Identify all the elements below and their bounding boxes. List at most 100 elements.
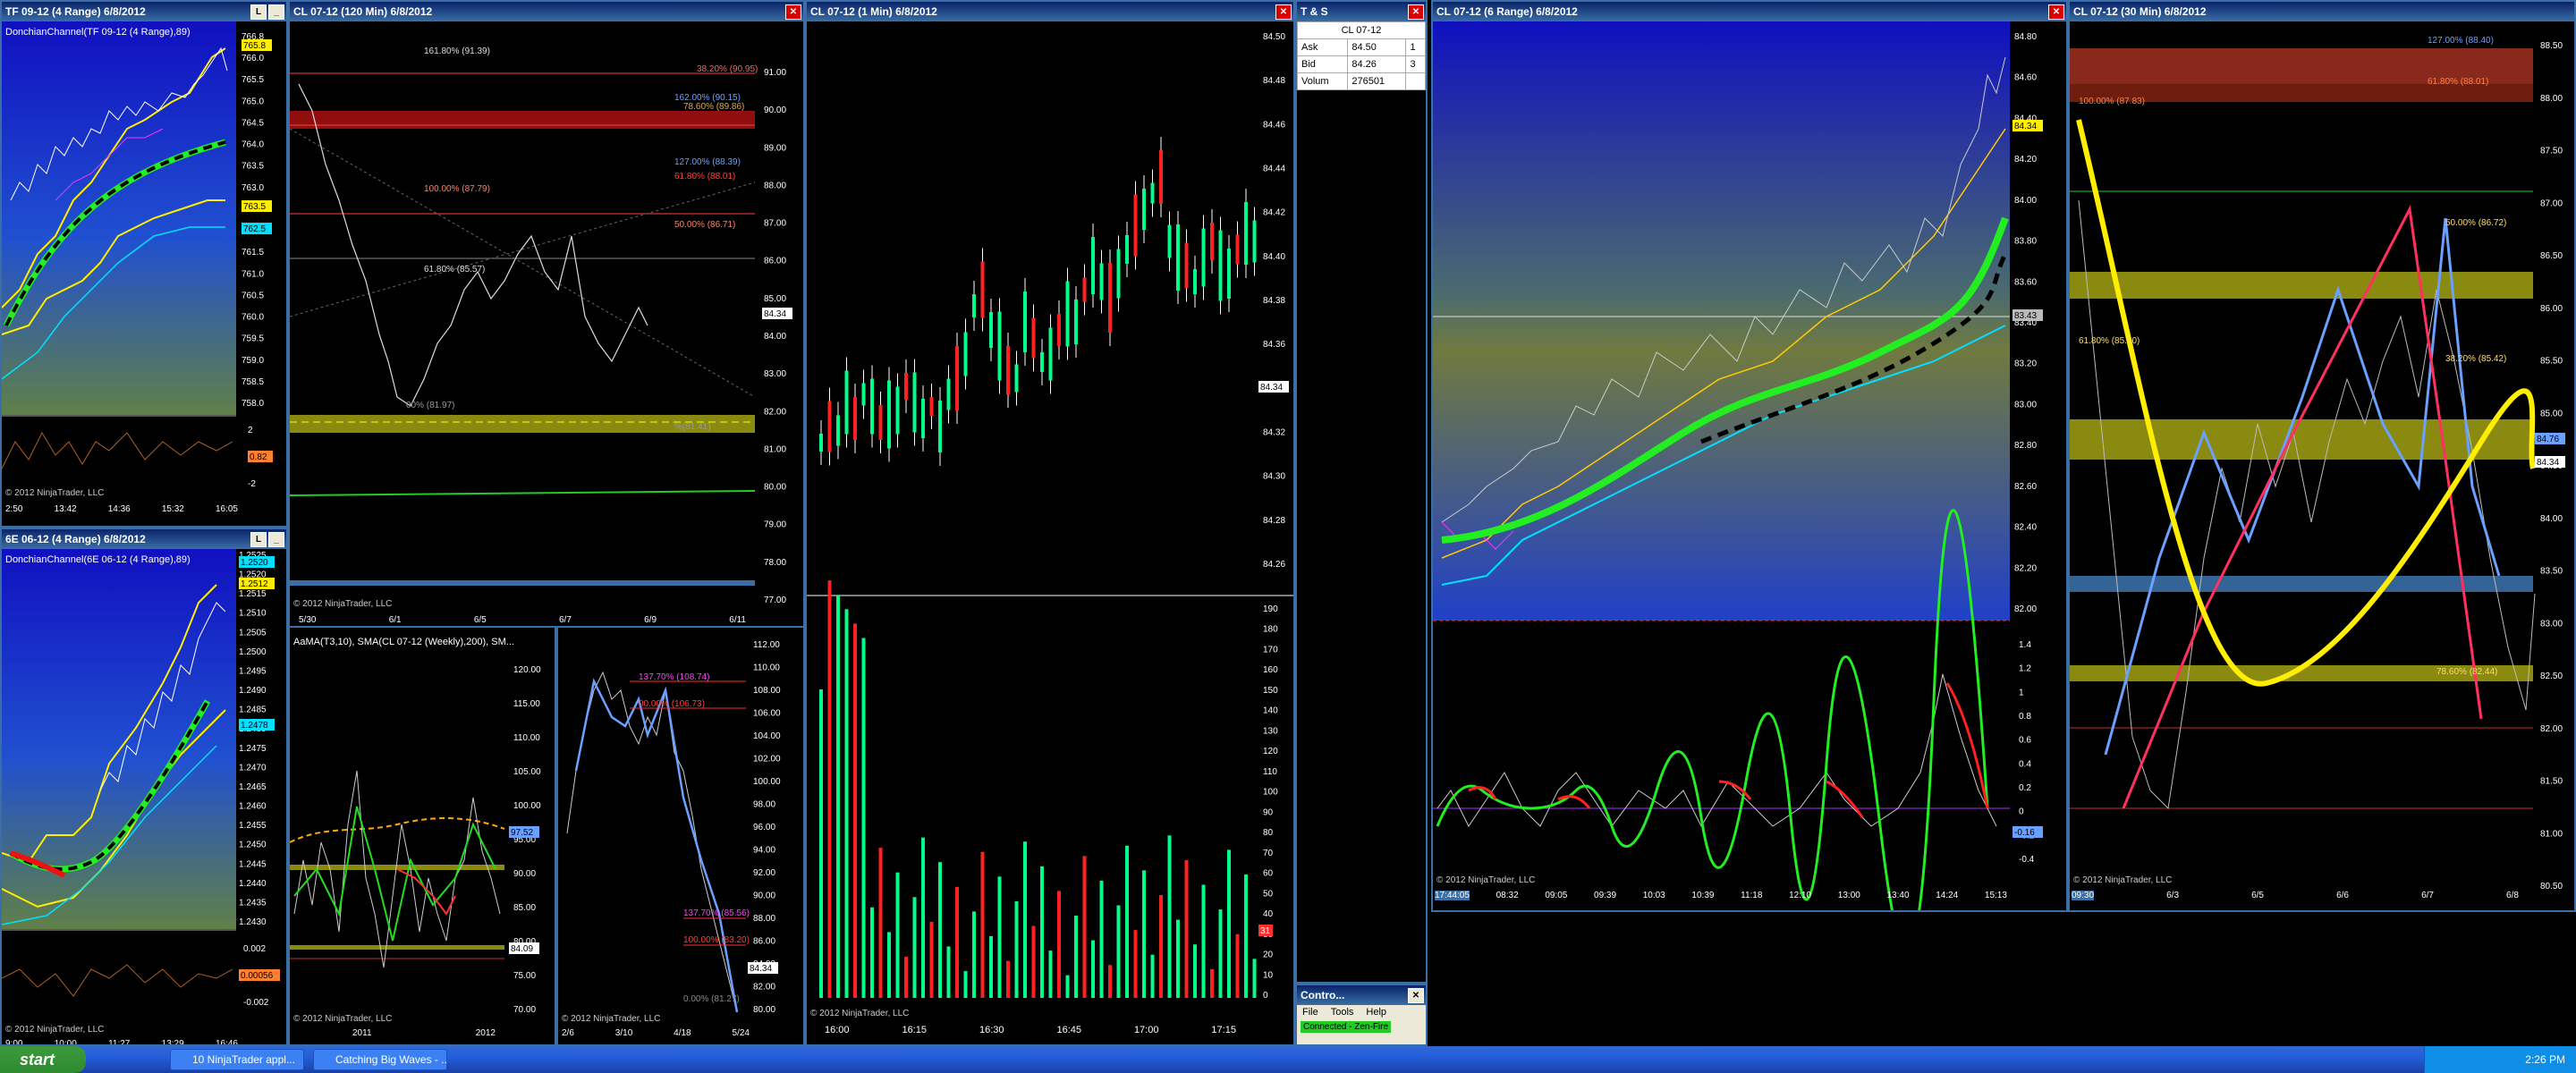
tf-price-panel: 766.8766.0765.5765.0764.5764.0763.5763.0… xyxy=(2,21,273,486)
row-key: Ask xyxy=(1297,38,1349,56)
cl1-chart-window[interactable]: CL 07-12 (1 Min) 6/8/2012 ✕ 84.50 84.48 84… xyxy=(805,0,1295,1046)
cl1-price-panel: 84.50 84.48 84.46 84.44 84.42 84.40 84.38 84.36… xyxy=(807,32,1293,1001)
close-icon[interactable]: ✕ xyxy=(1408,4,1424,20)
time-label: 09:30 xyxy=(2072,891,2095,900)
volume-bar xyxy=(1031,925,1036,998)
menu-tools[interactable]: Tools xyxy=(1331,1007,1354,1018)
candle-body xyxy=(1099,263,1104,300)
candle-body xyxy=(1014,364,1019,393)
link-button[interactable]: L xyxy=(250,4,267,20)
volume-bar xyxy=(1065,975,1070,998)
table-row: Ask 84.50 1 xyxy=(1297,38,1426,56)
minimize-button[interactable]: _ xyxy=(268,4,284,20)
candle-body xyxy=(1159,150,1163,204)
quote-window[interactable]: T & S ✕ CL 07-12 Ask 84.50 1 Bid 84.26 3 Vol… xyxy=(1295,0,1428,984)
title-bar[interactable]: TF 09-12 (4 Range) 6/8/2012 L _ xyxy=(2,2,286,21)
time-label: 6/11 xyxy=(729,615,746,625)
window-title: 6E 06-12 (4 Range) 6/8/2012 xyxy=(5,533,146,545)
candle-body xyxy=(1057,314,1061,346)
price-marker: 84.76 xyxy=(2537,435,2559,444)
price-tick-label: 759.0 xyxy=(242,356,264,366)
price-marker: 763.5 xyxy=(243,202,266,212)
price-tick-label: 106.00 xyxy=(753,709,781,719)
tf-chart-window[interactable]: TF 09-12 (4 Range) 6/8/2012 L _ 766.8 766… xyxy=(0,0,288,528)
candle-body xyxy=(904,373,908,400)
volume-tick-label: 190 xyxy=(1263,604,1278,614)
eur-chart-window[interactable]: 6E 06-12 (4 Range) 6/8/2012 L _ 1.2525 1.… xyxy=(0,528,288,1046)
price-tick-label: 90.00 xyxy=(753,891,775,901)
candle-body xyxy=(980,261,985,318)
price-tick-label: 763.5 xyxy=(242,162,264,172)
volume-bar xyxy=(1201,884,1206,998)
menu-help[interactable]: Help xyxy=(1366,1007,1386,1018)
candle-body xyxy=(1108,263,1112,333)
window-title: CL 07-12 (6 Range) 6/8/2012 xyxy=(1436,5,1578,18)
price-tick-label: 83.60 xyxy=(2014,277,2037,287)
window-title: T & S xyxy=(1301,5,1328,18)
link-button[interactable]: L xyxy=(250,531,267,547)
taskbar-item-browser[interactable]: Catching Big Waves - ... xyxy=(313,1049,447,1070)
title-bar[interactable]: CL 07-12 (6 Range) 6/8/2012 ✕ xyxy=(1433,2,2066,21)
price-tick-label: 1.2510 xyxy=(239,609,267,619)
close-icon[interactable]: ✕ xyxy=(2048,4,2064,20)
price-tick-label: 120.00 xyxy=(513,665,541,675)
start-button[interactable]: start xyxy=(0,1046,86,1073)
price-tick-label: 1.2475 xyxy=(239,744,267,754)
title-bar[interactable]: CL 07-12 (120 Min) 6/8/2012 ✕ xyxy=(290,2,803,21)
wave-chart-window[interactable]: 112.00 110.00 108.00 106.00 104.00 102.00 100.… xyxy=(556,628,805,1046)
menu-file[interactable]: File xyxy=(1302,1007,1318,1018)
title-bar[interactable]: T & S ✕ xyxy=(1297,2,1426,21)
volume-bar xyxy=(1227,849,1231,998)
candle-body xyxy=(1244,202,1248,265)
amma-chart-window[interactable]: AaMA(T3,10), SMA(CL 07-12 (Weekly),200),… xyxy=(288,628,556,1046)
time-label: 13:42 xyxy=(54,504,77,514)
volume-tick-label: 60 xyxy=(1263,869,1274,879)
title-bar[interactable]: CL 07-12 (1 Min) 6/8/2012 ✕ xyxy=(807,2,1293,21)
control-center-window[interactable]: Contro... ✕ File Tools Help Connected - … xyxy=(1295,984,1428,1046)
volume-tick-label: 10 xyxy=(1263,970,1274,980)
price-marker: 84.34 xyxy=(764,309,786,319)
price-tick-label: 80.00 xyxy=(753,1005,775,1015)
price-tick-label: 94.00 xyxy=(753,846,775,856)
cl6r-chart-window[interactable]: CL 07-12 (6 Range) 6/8/2012 ✕ 84.80 84.6… xyxy=(1431,0,2068,912)
volume-bar xyxy=(1252,959,1257,998)
fib-level-label: 100.00% (87.79) xyxy=(424,184,490,194)
price-marker: 83.43 xyxy=(2014,311,2037,321)
fib-level-label: 38.20% (85.42) xyxy=(2445,354,2506,364)
price-tick-label: 104.00 xyxy=(753,731,781,741)
price-tick-label: 1.2515 xyxy=(239,589,267,599)
price-marker: 84.09 xyxy=(511,944,533,954)
time-label: 9:00 xyxy=(5,1039,23,1046)
volume-bar xyxy=(1125,845,1129,998)
candle-body xyxy=(844,370,849,435)
candle-body xyxy=(997,311,1002,381)
title-bar[interactable]: Contro... ✕ xyxy=(1297,985,1426,1005)
price-tick-label: 88.00 xyxy=(753,914,775,924)
price-tick-label: 84.42 xyxy=(1263,208,1285,218)
title-bar[interactable]: 6E 06-12 (4 Range) 6/8/2012 L _ xyxy=(2,529,286,549)
price-tick-label: 86.00 xyxy=(753,937,775,947)
price-tick-label: 83.80 xyxy=(2014,237,2037,247)
candle-body xyxy=(819,434,823,452)
title-bar[interactable]: CL 07-12 (30 Min) 6/8/2012 xyxy=(2070,2,2574,21)
minimize-button[interactable]: _ xyxy=(268,531,284,547)
volume-bar xyxy=(1048,950,1053,998)
time-label: 09:39 xyxy=(1594,891,1617,900)
time-axis: 2:50 13:42 14:36 15:32 16:05 xyxy=(5,504,238,514)
fib-level-label: 161.80% (91.39) xyxy=(424,46,490,56)
price-tick-label: 760.0 xyxy=(242,313,264,323)
candle-body xyxy=(1193,269,1197,294)
price-tick-label: 87.00 xyxy=(764,219,786,229)
price-tick-label: 1.2460 xyxy=(239,802,267,812)
price-tick-label: 1.2490 xyxy=(239,686,267,696)
close-icon[interactable]: ✕ xyxy=(785,4,801,20)
close-icon[interactable]: ✕ xyxy=(1408,987,1424,1003)
volume-bar xyxy=(1218,909,1223,998)
price-tick-label: 765.5 xyxy=(242,75,264,85)
cl30-chart-window[interactable]: CL 07-12 (30 Min) 6/8/2012 88.50 88.00 87.… xyxy=(2068,0,2576,912)
price-tick-label: 82.60 xyxy=(2014,482,2037,492)
close-icon[interactable]: ✕ xyxy=(1275,4,1292,20)
price-tick-label: 85.00 xyxy=(513,903,536,913)
taskbar-item-ninjatrader[interactable]: 10 NinjaTrader appl... xyxy=(170,1049,304,1070)
cl120-chart-window[interactable]: CL 07-12 (120 Min) 6/8/2012 ✕ 91.00 90.00… xyxy=(288,0,805,628)
